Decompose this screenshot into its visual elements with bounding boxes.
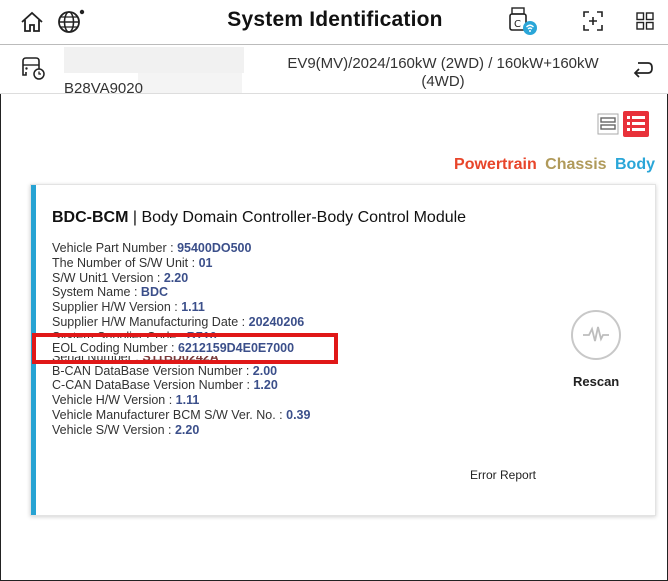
info-value: 20240206: [248, 314, 305, 329]
eol-highlight-box: [32, 333, 338, 364]
vehicle-info-bar: B28VA9020 EV9(MV)/2024/160kW (2WD) / 160…: [0, 45, 668, 97]
list-view-icon[interactable]: [623, 111, 649, 137]
info-value: 2.00: [252, 363, 278, 378]
vehicle-vin: B28VA9020: [64, 80, 143, 97]
info-label: Vehicle Part Number :: [52, 241, 178, 255]
info-label: S/W Unit1 Version :: [52, 270, 164, 285]
vin-mask-2: [138, 73, 242, 93]
info-row: Vehicle Manufacturer BCM S/W Ver. No. : …: [52, 408, 310, 423]
tab-powertrain[interactable]: Powertrain: [454, 156, 537, 173]
rescan-label[interactable]: Rescan: [573, 374, 619, 389]
error-report-link[interactable]: Error Report: [470, 468, 536, 482]
page-title: System Identification: [227, 8, 443, 31]
info-row: B-CAN DataBase Version Number : 2.00: [52, 364, 310, 379]
tab-body[interactable]: Body: [615, 156, 655, 173]
info-row: S/W Unit1 Version : 2.20: [52, 271, 310, 286]
info-row: System Name : BDC: [52, 285, 310, 300]
waveform-icon: [583, 326, 609, 342]
info-row: C-CAN DataBase Version Number : 1.20: [52, 378, 310, 393]
info-value: 2.20: [174, 422, 200, 437]
capture-screen-icon[interactable]: [582, 10, 604, 32]
info-label: Vehicle H/W Version :: [52, 393, 176, 408]
rescan-button[interactable]: [571, 310, 621, 360]
info-row: Supplier H/W Manufacturing Date : 202402…: [52, 315, 310, 330]
info-value: 1.11: [175, 393, 200, 408]
info-value: 1.11: [181, 300, 205, 315]
grid-menu-icon[interactable]: [636, 12, 654, 30]
info-row: Vehicle S/W Version : 2.20: [52, 423, 310, 438]
module-separator: |: [128, 209, 142, 226]
info-label: Vehicle Manufacturer BCM S/W Ver. No. :: [52, 407, 287, 422]
vehicle-check-icon: [22, 57, 45, 80]
vehicle-model: EV9(MV)/2024/160kW (2WD) / 160kW+160kW (…: [287, 55, 599, 90]
info-row: The Number of S/W Unit : 01: [52, 256, 310, 271]
module-name: Body Domain Controller-Body Control Modu…: [141, 209, 467, 226]
tab-chassis[interactable]: Chassis: [545, 156, 606, 173]
top-bar: System Identification C: [0, 0, 668, 45]
info-label: B-CAN DataBase Version Number :: [52, 363, 253, 378]
info-row: Vehicle H/W Version : 1.11: [52, 393, 310, 408]
info-label: C-CAN DataBase Version Number :: [52, 378, 254, 393]
home-icon[interactable]: [20, 10, 44, 34]
info-label: The Number of S/W Unit :: [52, 255, 199, 270]
info-value: 01: [198, 255, 213, 270]
info-label: Supplier H/W Version :: [52, 300, 182, 315]
vci-connection-icon[interactable]: C: [508, 6, 538, 36]
info-label: Supplier H/W Manufacturing Date :: [52, 314, 249, 329]
vin-mask: [64, 47, 244, 73]
info-value: 1.20: [253, 378, 278, 393]
return-icon[interactable]: [632, 61, 654, 81]
info-value: 2.20: [163, 270, 189, 285]
info-row: Supplier H/W Version : 1.11: [52, 300, 310, 315]
info-value: 0.39: [286, 407, 311, 422]
module-code: BDC-BCM: [52, 209, 129, 226]
module-title: BDC-BCM | Body Domain Controller-Body Co…: [52, 209, 466, 227]
info-value: 95400DO500: [177, 241, 252, 255]
svg-text:C: C: [514, 19, 521, 30]
system-tabs: Powertrain Chassis Body: [454, 156, 655, 174]
info-row: Vehicle Part Number : 95400DO500: [52, 241, 310, 256]
info-label: System Name :: [52, 285, 141, 300]
compact-view-icon[interactable]: [597, 113, 619, 135]
info-value: BDC: [140, 285, 169, 300]
info-label: Vehicle S/W Version :: [52, 422, 175, 437]
globe-language-icon[interactable]: [56, 7, 86, 35]
